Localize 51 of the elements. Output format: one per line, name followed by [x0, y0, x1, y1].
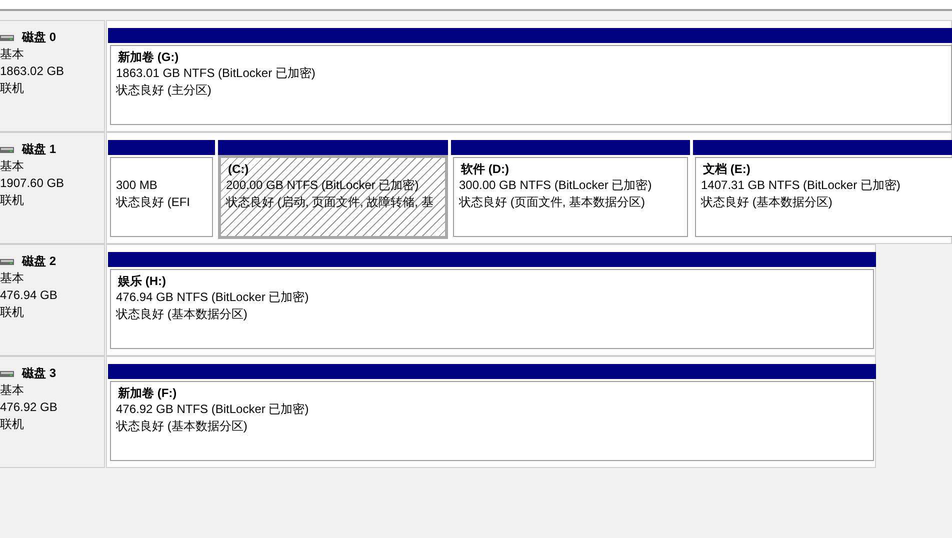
disk-status: 联机 [0, 80, 24, 97]
partition-tile[interactable]: 新加卷 (G:) 1863.01 GB NTFS (BitLocker 已加密) 状态良好 (主分区) [110, 45, 952, 125]
partition-tile[interactable]: (C:) 200.00 GB NTFS (BitLocker 已加密) 状态良好 (启动, 页面文件, 故障转储, 基 [218, 155, 448, 239]
disk-type: 基本 [0, 46, 24, 63]
partition-label: 新加卷 (F:) [117, 384, 177, 402]
disk-status: 联机 [0, 192, 24, 209]
disk-name: 磁盘 1 [22, 141, 56, 158]
disk-info-panel[interactable]: 磁盘 3 基本 476.92 GB 联机 [0, 356, 105, 468]
partition-label: 软件 (D:) [460, 160, 509, 178]
disk-icon [0, 258, 14, 264]
partition-label: 娱乐 (H:) [116, 272, 166, 290]
disk-type: 基本 [0, 382, 24, 399]
disk-icon [0, 370, 14, 376]
disk-name: 磁盘 3 [22, 365, 56, 382]
partition-tile[interactable]: 文档 (E:) 1407.31 GB NTFS (BitLocker 已加密) 状态良好 (基本数据分区) [695, 157, 952, 237]
disk-type: 基本 [0, 158, 24, 175]
disk-info-panel[interactable]: 磁盘 2 基本 476.94 GB 联机 [0, 244, 105, 356]
disk-name: 磁盘 0 [22, 29, 56, 46]
partition-tile[interactable]: 软件 (D:) 300.00 GB NTFS (BitLocker 已加密) 状态良好 (页面文件, 基本数据分区) [453, 157, 688, 237]
partition-status: 状态良好 (基本数据分区) [116, 418, 248, 435]
partition-tile[interactable]: 300 MB 状态良好 (EFI [110, 157, 213, 237]
partition-info: 200.00 GB NTFS (BitLocker 已加密) [226, 177, 419, 194]
disk-name: 磁盘 2 [22, 253, 56, 270]
partition-info: 300 MB [116, 177, 158, 194]
disk-status: 联机 [0, 304, 24, 321]
partition-info: 476.92 GB NTFS (BitLocker 已加密) [116, 401, 309, 418]
partition-status: 状态良好 (基本数据分区) [116, 306, 248, 323]
partition-status: 状态良好 (EFI [116, 194, 190, 211]
partition-info: 476.94 GB NTFS (BitLocker 已加密) [116, 289, 309, 306]
partition-label: (C:) [227, 160, 249, 178]
partition-info: 1407.31 GB NTFS (BitLocker 已加密) [701, 177, 900, 194]
disk-icon [0, 146, 14, 152]
partition-status: 状态良好 (页面文件, 基本数据分区) [459, 194, 645, 211]
disk-info-panel[interactable]: 磁盘 1 基本 1907.60 GB 联机 [0, 132, 105, 244]
disk-type: 基本 [0, 270, 24, 287]
partition-status: 状态良好 (主分区) [116, 82, 212, 99]
disk-icon [0, 34, 14, 40]
disk-size: 476.92 GB [0, 399, 58, 416]
partition-label: 新加卷 (G:) [117, 48, 179, 66]
disk-status: 联机 [0, 416, 24, 433]
disk-info-panel[interactable]: 磁盘 0 基本 1863.02 GB 联机 [0, 20, 105, 132]
partition-tile[interactable]: 娱乐 (H:) 476.94 GB NTFS (BitLocker 已加密) 状态良好 (基本数据分区) [110, 269, 874, 349]
disk-size: 1863.02 GB [0, 63, 64, 80]
partition-status: 状态良好 (基本数据分区) [701, 194, 832, 211]
partition-tile[interactable]: 新加卷 (F:) 476.92 GB NTFS (BitLocker 已加密) 状态良好 (基本数据分区) [110, 381, 874, 461]
partition-info: 300.00 GB NTFS (BitLocker 已加密) [459, 177, 652, 194]
partition-status: 状态良好 (启动, 页面文件, 故障转储, 基 [226, 194, 434, 211]
partition-info: 1863.01 GB NTFS (BitLocker 已加密) [116, 65, 316, 82]
disk-size: 476.94 GB [0, 287, 58, 304]
disk-size: 1907.60 GB [0, 175, 64, 192]
partition-label: 文档 (E:) [702, 160, 750, 178]
